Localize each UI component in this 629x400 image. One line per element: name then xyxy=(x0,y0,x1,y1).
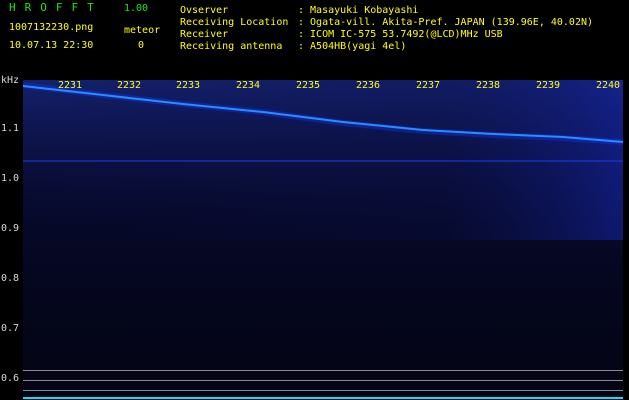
time-tick-6: 2236 xyxy=(356,80,381,91)
bottom-marker xyxy=(23,397,623,399)
time-tick-9: 2239 xyxy=(536,80,561,91)
receiver-label: Receiver xyxy=(180,29,229,40)
guide-line-2 xyxy=(23,380,623,381)
location-value: : Ogata-vill. Akita-Pref. JAPAN (139.96E… xyxy=(298,17,594,28)
receiver-value: : ICOM IC-575 53.7492(@LCD)MHz USB xyxy=(298,29,503,40)
app-title: HROFFT xyxy=(9,1,103,14)
unit-label: kHz xyxy=(1,75,20,86)
time-tick-5: 2235 xyxy=(296,80,321,91)
guide-line-3 xyxy=(23,390,623,391)
guide-line-1 xyxy=(23,370,623,371)
freq-tick-6: 0.6 xyxy=(1,373,20,384)
freq-tick-3: 0.9 xyxy=(1,223,20,234)
time-tick-4: 2234 xyxy=(236,80,261,91)
spectrogram-plot xyxy=(22,80,624,400)
time-tick-3: 2233 xyxy=(176,80,201,91)
time-tick-10: 2240 xyxy=(596,80,621,91)
freq-tick-4: 0.8 xyxy=(1,273,20,284)
timestamp: 10.07.13 22:30 xyxy=(9,40,94,51)
app-version: 1.00 xyxy=(124,3,149,14)
spectrogram-svg xyxy=(22,80,624,400)
antenna-label: Receiving antenna xyxy=(180,41,283,52)
noise-wash xyxy=(23,80,623,240)
time-tick-2: 2232 xyxy=(117,80,142,91)
time-tick-7: 2237 xyxy=(416,80,441,91)
freq-tick-1: 1.1 xyxy=(1,123,20,134)
observer-label: Ovserver xyxy=(180,5,229,16)
meteor-count: 0 xyxy=(138,40,145,51)
observer-value: : Masayuki Kobayashi xyxy=(298,5,419,16)
antenna-value: : A504HB(yagi 4el) xyxy=(298,41,407,52)
hrofft-window: HROFFT 1.00 1007132230.png meteor 10.07.… xyxy=(0,0,629,400)
location-label: Receiving Location xyxy=(180,17,289,28)
time-tick-8: 2238 xyxy=(476,80,501,91)
mode-label: meteor xyxy=(124,25,161,36)
file-name: 1007132230.png xyxy=(9,22,94,33)
freq-tick-5: 0.7 xyxy=(1,323,20,334)
time-tick-1: 2231 xyxy=(58,80,83,91)
freq-tick-2: 1.0 xyxy=(1,173,20,184)
